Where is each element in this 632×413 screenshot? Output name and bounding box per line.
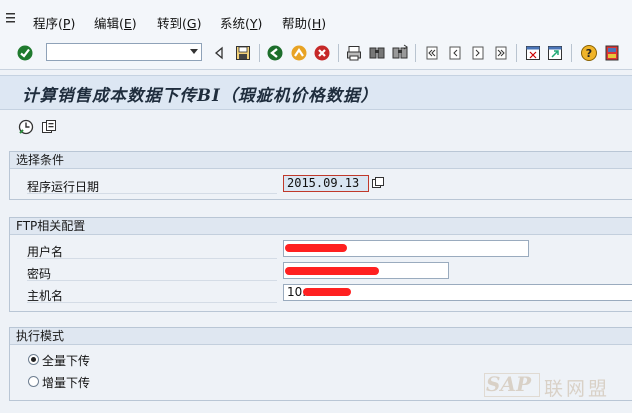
menu-goto[interactable]: 转到(G): [157, 13, 201, 32]
redaction-mark: [285, 267, 379, 275]
copy-icon[interactable]: [372, 177, 384, 189]
back-arrow-icon[interactable]: [210, 44, 228, 62]
menu-help[interactable]: 帮助(H): [282, 13, 326, 32]
menu-system[interactable]: 系统(Y): [220, 13, 262, 32]
menu-grip-icon[interactable]: [6, 12, 16, 24]
command-field[interactable]: [46, 43, 202, 61]
standard-toolbar: ?: [0, 38, 632, 70]
title-bar: 计算销售成本数据下传BI（瑕疵机价格数据）: [0, 75, 632, 110]
run-date-field[interactable]: 2015.09.13: [283, 175, 369, 192]
save-icon[interactable]: [234, 44, 252, 62]
selection-group: 选择条件 程序运行日期 2015.09.13: [9, 151, 632, 200]
selection-group-header: 选择条件: [10, 152, 632, 169]
watermark-logo: SAP 联网盟: [484, 372, 611, 400]
shortcut-icon[interactable]: [546, 44, 564, 62]
incremental-upload-radio[interactable]: [28, 376, 39, 387]
print-icon[interactable]: [345, 44, 363, 62]
new-session-icon[interactable]: [524, 44, 542, 62]
chevron-down-icon[interactable]: [190, 49, 198, 54]
menu-edit[interactable]: 编辑(E): [94, 13, 137, 32]
variant-icon[interactable]: [40, 118, 58, 136]
menu-program[interactable]: 程序(P): [33, 13, 75, 32]
previous-page-icon[interactable]: [446, 44, 464, 62]
application-toolbar: [0, 110, 632, 142]
svg-text:?: ?: [586, 47, 592, 60]
enter-icon[interactable]: [16, 44, 34, 62]
page-title: 计算销售成本数据下传BI（瑕疵机价格数据）: [22, 86, 379, 105]
first-page-icon[interactable]: [423, 44, 441, 62]
last-page-icon[interactable]: [492, 44, 510, 62]
execute-icon[interactable]: [17, 118, 35, 136]
next-page-icon[interactable]: [469, 44, 487, 62]
mode-group-header: 执行模式: [10, 328, 632, 345]
find-icon[interactable]: [368, 44, 386, 62]
ftp-group-header: FTP相关配置: [10, 218, 632, 235]
back-icon[interactable]: [266, 44, 284, 62]
exit-icon[interactable]: [290, 44, 308, 62]
redaction-mark: [303, 288, 351, 296]
menu-bar: 程序(P) 编辑(E) 转到(G) 系统(Y) 帮助(H): [0, 0, 632, 39]
help-icon[interactable]: ?: [580, 44, 598, 62]
full-upload-radio[interactable]: [28, 354, 39, 365]
redaction-mark: [285, 244, 347, 252]
customize-layout-icon[interactable]: [603, 44, 621, 62]
full-upload-label: 全量下传: [42, 354, 91, 368]
cancel-icon[interactable]: [313, 44, 331, 62]
incremental-upload-label: 增量下传: [42, 376, 91, 390]
find-next-icon[interactable]: [391, 44, 409, 62]
ftp-group: FTP相关配置 用户名 密码 主机名 10.: [9, 217, 632, 312]
